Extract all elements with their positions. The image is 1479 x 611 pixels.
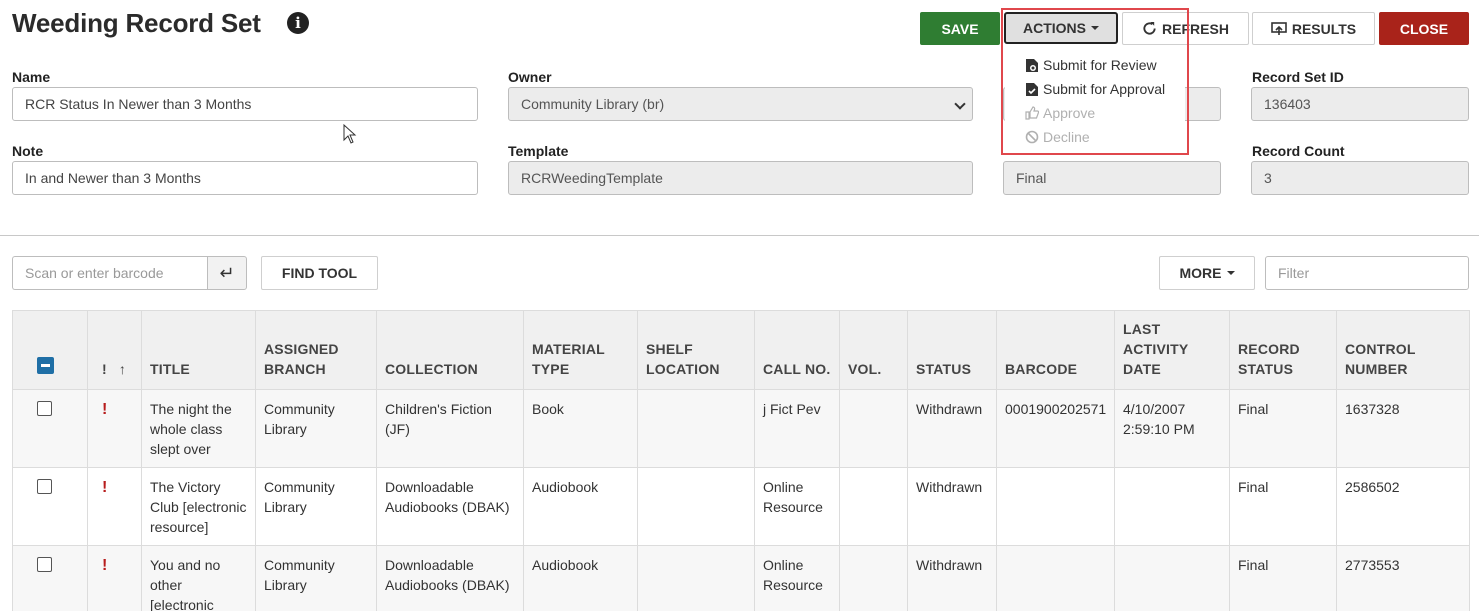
last-activity-cell — [1114, 545, 1230, 611]
record-count-field: 3 — [1251, 161, 1469, 195]
collection-cell: Downloadable Audiobooks (DBAK) — [376, 467, 524, 546]
record-status-column-header[interactable]: RECORD STATUS — [1229, 310, 1337, 390]
alert-icon: ! — [102, 557, 108, 574]
status-cell: Withdrawn — [907, 467, 997, 546]
select-all-header[interactable] — [12, 310, 88, 390]
results-button[interactable]: RESULTS — [1252, 12, 1375, 45]
shelf-cell — [637, 389, 755, 468]
info-icon[interactable]: i — [287, 12, 309, 34]
table-row[interactable]: ! The night the whole class slept over C… — [12, 389, 1470, 468]
sort-up-arrow-icon: ↑ — [118, 361, 127, 377]
chevron-down-icon — [954, 98, 966, 110]
save-button[interactable]: SAVE — [920, 12, 1000, 45]
record-set-id-label: Record Set ID — [1252, 69, 1344, 85]
table-header-row: ! ↑ TITLE ASSIGNED BRANCH COLLECTION MATE… — [12, 310, 1470, 390]
call-cell: j Fict Pev — [754, 389, 840, 468]
alert-icon: ! — [102, 479, 108, 496]
row-checkbox[interactable] — [37, 401, 52, 416]
table-row[interactable]: ! The Victory Club [electronic resource]… — [12, 467, 1470, 546]
shelf-location-column-header[interactable]: SHELF LOCATION — [637, 310, 755, 390]
assigned-branch-column-header[interactable]: ASSIGNED BRANCH — [255, 310, 377, 390]
actions-menu-highlight — [1001, 8, 1189, 155]
collection-cell: Downloadable Audiobooks (DBAK) — [376, 545, 524, 611]
control-cell: 1637328 — [1336, 389, 1470, 468]
control-number-column-header[interactable]: CONTROL NUMBER — [1336, 310, 1470, 390]
last-activity-cell — [1114, 467, 1230, 546]
table-row[interactable]: ! You and no other [electronic Community… — [12, 545, 1470, 611]
title-cell: You and no other [electronic — [141, 545, 256, 611]
status-field: Final — [1003, 161, 1221, 195]
title-cell: The night the whole class slept over — [141, 389, 256, 468]
status-cell: Withdrawn — [907, 545, 997, 611]
name-label: Name — [12, 69, 51, 85]
vol-cell — [839, 389, 908, 468]
status-column-header[interactable]: STATUS — [907, 310, 997, 390]
template-field: RCRWeedingTemplate — [508, 161, 973, 195]
barcode-column-header[interactable]: BARCODE — [996, 310, 1115, 390]
records-table: ! ↑ TITLE ASSIGNED BRANCH COLLECTION MATE… — [12, 310, 1470, 611]
more-button[interactable]: MORE — [1159, 256, 1255, 290]
caret-down-icon — [1226, 271, 1235, 275]
title-column-header[interactable]: TITLE — [141, 310, 256, 390]
filter-input[interactable]: Filter — [1265, 256, 1469, 290]
record-count-label: Record Count — [1252, 143, 1345, 159]
record-status-cell: Final — [1229, 389, 1337, 468]
more-button-label: MORE — [1179, 265, 1222, 281]
branch-cell: Community Library — [255, 545, 377, 611]
barcode-input[interactable]: Scan or enter barcode — [12, 256, 208, 290]
owner-label: Owner — [508, 69, 552, 85]
material-cell: Audiobook — [523, 545, 638, 611]
enter-icon: ↵ — [219, 262, 235, 283]
barcode-cell: 0001900202571 — [996, 389, 1115, 468]
vol-column-header[interactable]: VOL. — [839, 310, 908, 390]
last-activity-date-column-header[interactable]: LAST ACTIVITY DATE — [1114, 310, 1230, 390]
owner-select[interactable]: Community Library (br) — [508, 87, 973, 121]
note-label: Note — [12, 143, 44, 159]
alert-header-label: ! — [102, 361, 107, 377]
call-cell: Online Resource — [754, 467, 840, 546]
template-label: Template — [508, 143, 569, 159]
name-input[interactable]: RCR Status In Newer than 3 Months — [12, 87, 478, 121]
results-button-label: RESULTS — [1291, 20, 1357, 37]
collection-column-header[interactable]: COLLECTION — [376, 310, 524, 390]
vol-cell — [839, 545, 908, 611]
control-cell: 2773553 — [1336, 545, 1470, 611]
barcode-cell — [996, 545, 1115, 611]
page-title: Weeding Record Set — [12, 8, 261, 38]
record-status-cell: Final — [1229, 545, 1337, 611]
call-no-column-header[interactable]: CALL NO. — [754, 310, 840, 390]
alert-icon: ! — [102, 401, 108, 418]
title-cell: The Victory Club [electronic resource] — [141, 467, 256, 546]
select-all-checkbox[interactable] — [37, 357, 54, 374]
record-set-id-field: 136403 — [1251, 87, 1469, 121]
section-divider — [0, 235, 1479, 236]
find-tool-button[interactable]: FIND TOOL — [261, 256, 378, 290]
close-button[interactable]: CLOSE — [1379, 12, 1469, 45]
barcode-cell — [996, 467, 1115, 546]
last-activity-cell: 4/10/2007 2:59:10 PM — [1114, 389, 1230, 468]
shelf-cell — [637, 545, 755, 611]
control-cell: 2586502 — [1336, 467, 1470, 546]
branch-cell: Community Library — [255, 467, 377, 546]
vol-cell — [839, 467, 908, 546]
row-checkbox[interactable] — [37, 479, 52, 494]
call-cell: Online Resource — [754, 545, 840, 611]
material-cell: Audiobook — [523, 467, 638, 546]
row-checkbox[interactable] — [37, 557, 52, 572]
collection-cell: Children's Fiction (JF) — [376, 389, 524, 468]
note-input[interactable]: In and Newer than 3 Months — [12, 161, 478, 195]
material-type-column-header[interactable]: MATERIAL TYPE — [523, 310, 638, 390]
status-cell: Withdrawn — [907, 389, 997, 468]
record-status-cell: Final — [1229, 467, 1337, 546]
mouse-cursor-icon — [343, 124, 357, 144]
shelf-cell — [637, 467, 755, 546]
enter-button[interactable]: ↵ — [207, 256, 247, 290]
owner-select-value: Community Library (br) — [521, 96, 665, 112]
results-icon — [1271, 21, 1287, 35]
branch-cell: Community Library — [255, 389, 377, 468]
material-cell: Book — [523, 389, 638, 468]
alert-column-header[interactable]: ! ↑ — [87, 310, 142, 390]
